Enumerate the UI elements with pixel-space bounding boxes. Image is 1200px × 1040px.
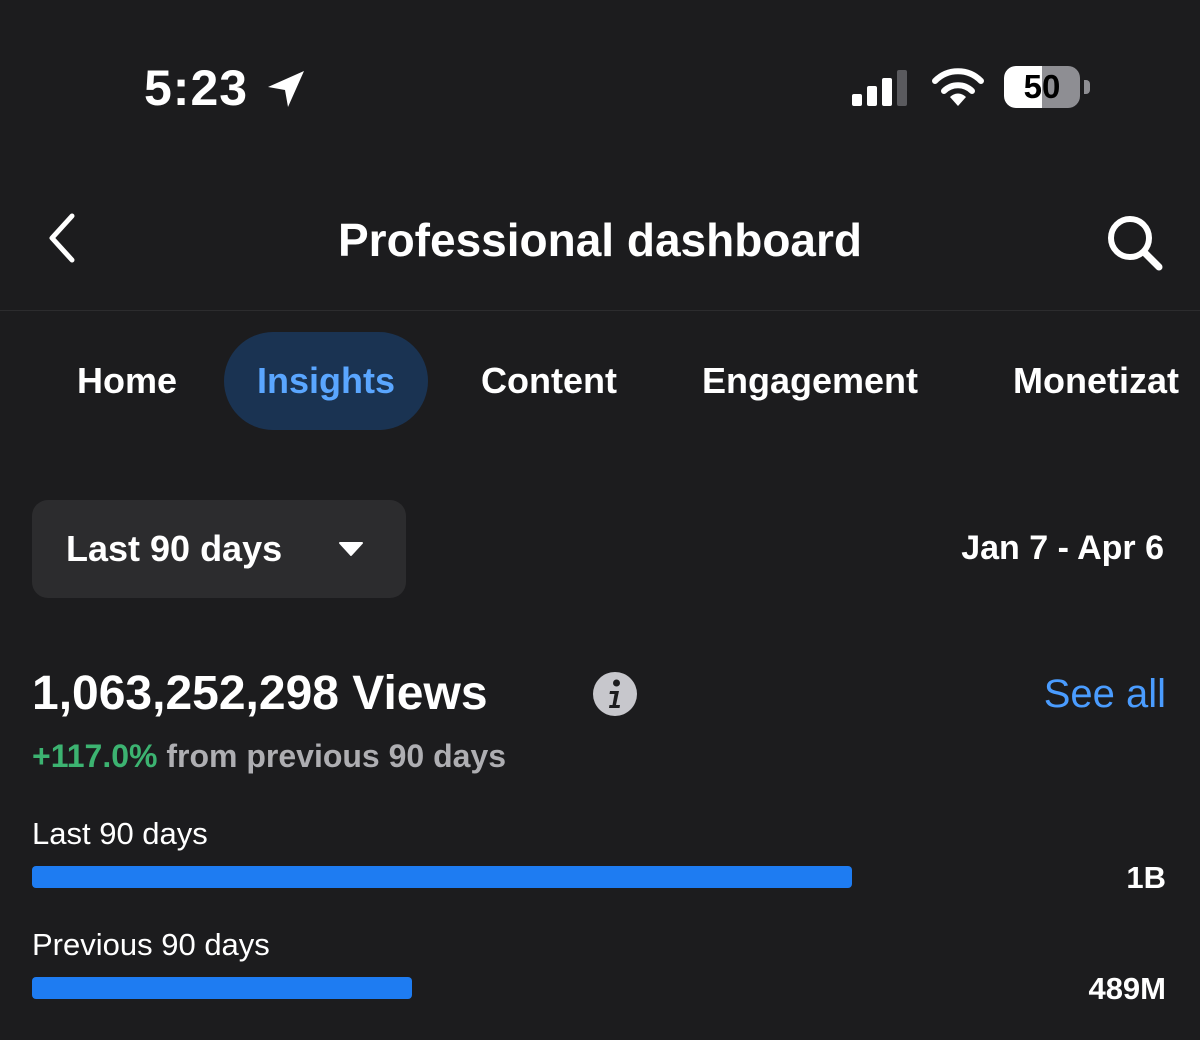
nav-header: Professional dashboard	[0, 178, 1200, 311]
see-all-link[interactable]: See all	[1044, 668, 1166, 720]
battery-icon: 50	[1004, 66, 1092, 110]
previous-90-days-value: 489M	[1088, 971, 1166, 1006]
views-change-percent: +117.0%	[32, 738, 158, 774]
previous-90-days-label: Previous 90 days	[32, 927, 270, 962]
search-icon[interactable]	[1104, 212, 1166, 274]
cellular-signal-icon	[852, 70, 907, 106]
page-title: Professional dashboard	[337, 214, 862, 266]
tab-monetization[interactable]: Monetizat	[1013, 332, 1179, 430]
views-change-text: +117.0% from previous 90 days	[32, 736, 506, 776]
location-arrow-icon	[268, 71, 304, 107]
battery-nub	[1084, 80, 1090, 94]
battery-percent: 50	[1023, 68, 1061, 105]
tab-bar: Home Insights Content Engagement Monetiz…	[0, 332, 1200, 430]
caret-down-icon	[339, 542, 363, 556]
status-bar: 5:23 50	[0, 0, 1200, 160]
views-total: 1,063,252,298 Views	[32, 667, 488, 720]
last-90-days-bar-track	[32, 866, 1032, 888]
date-range-text: Jan 7 - Apr 6	[961, 529, 1164, 567]
last-90-days-value: 1B	[1126, 860, 1166, 895]
tab-home[interactable]: Home	[77, 332, 177, 430]
wifi-icon	[932, 68, 984, 106]
previous-90-days-bar	[32, 977, 412, 999]
views-change-suffix: from previous 90 days	[157, 738, 507, 774]
previous-90-days-bar-track	[32, 977, 1032, 999]
tab-engagement[interactable]: Engagement	[702, 332, 918, 430]
tab-insights[interactable]: Insights	[224, 332, 429, 430]
tab-content[interactable]: Content	[481, 332, 617, 430]
last-90-days-label: Last 90 days	[32, 816, 208, 851]
date-range-dropdown-label: Last 90 days	[66, 528, 283, 569]
info-icon[interactable]	[592, 671, 638, 717]
last-90-days-bar	[32, 866, 852, 888]
date-range-dropdown[interactable]: Last 90 days	[32, 500, 406, 598]
status-time: 5:23	[144, 60, 249, 116]
